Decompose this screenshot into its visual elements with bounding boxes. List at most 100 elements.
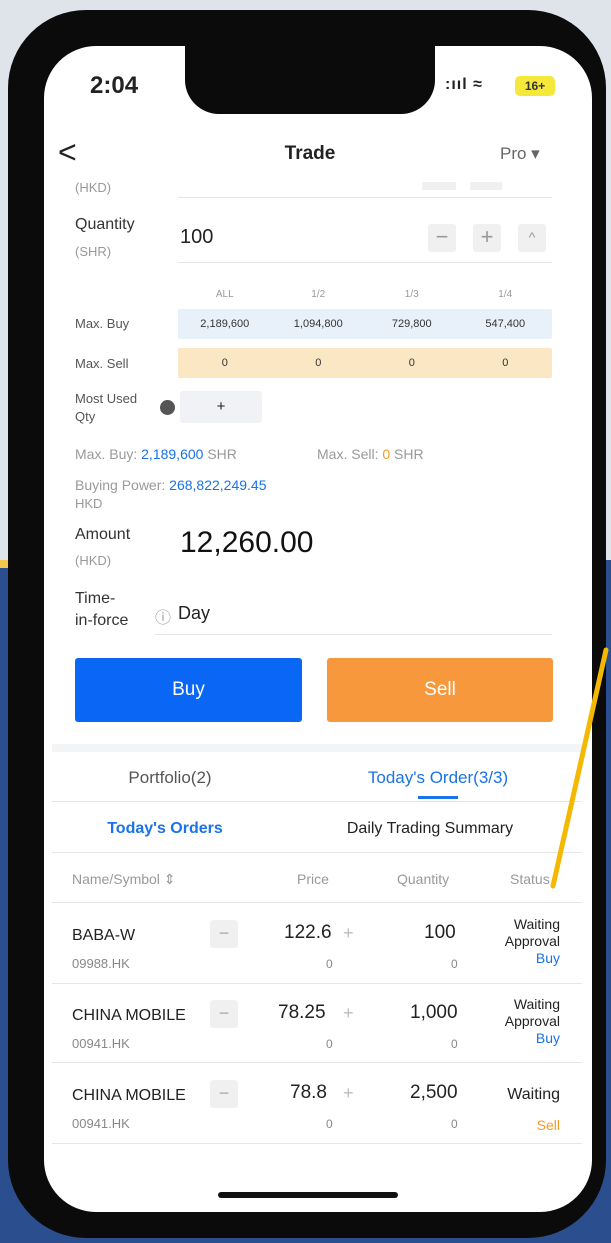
amount-label: Amount (75, 526, 131, 543)
most-used-label: Most Used (75, 391, 138, 406)
max-buy-label: Max. Buy (75, 316, 130, 331)
max-sell-summary: Max. Sell: 0 SHR (317, 446, 424, 462)
order-status-line1: Waiting (513, 996, 560, 1012)
buy-button[interactable]: Buy (75, 658, 302, 722)
col-name-symbol[interactable]: Name/Symbol ⇕ (72, 871, 176, 888)
divider (52, 983, 582, 984)
home-indicator[interactable] (218, 1192, 398, 1198)
order-price-plus-button[interactable]: + (343, 1083, 354, 1104)
order-status-line2: Approval (504, 1013, 560, 1029)
fraction-header: ALL (215, 288, 234, 300)
order-price-plus-button[interactable]: + (343, 923, 354, 944)
divider (155, 634, 552, 635)
buying-power: Buying Power: 268,822,249.45 (75, 477, 267, 493)
page-title: Trade (284, 143, 336, 164)
subtab-todays-orders[interactable]: Today's Orders (85, 820, 245, 838)
divider (52, 1062, 582, 1063)
add-most-used-button[interactable]: + (180, 391, 262, 423)
order-side: Buy (535, 1030, 560, 1046)
max-sell-quarter[interactable]: 0 (459, 357, 553, 369)
max-buy-all[interactable]: 2,189,600 (178, 318, 272, 330)
order-price-minus-button[interactable]: − (210, 1000, 238, 1028)
divider (178, 197, 552, 198)
subtab-daily-summary[interactable]: Daily Trading Summary (320, 820, 540, 838)
max-buy-third[interactable]: 729,800 (365, 318, 459, 330)
quantity-label: Quantity (75, 216, 135, 233)
order-status: Waiting Approval Buy (478, 996, 560, 1047)
fraction-header: 1/2 (311, 288, 326, 300)
order-price[interactable]: 78.25 (278, 1002, 326, 1024)
sell-button[interactable]: Sell (327, 658, 553, 722)
pro-dropdown[interactable]: Pro ▾ (500, 144, 540, 164)
quantity-unit: (SHR) (75, 244, 112, 259)
order-status: Waiting Sell (478, 1085, 560, 1135)
signal-wifi-icon: :ııl ≈ (445, 76, 483, 93)
order-symbol: 00941.HK (72, 1116, 130, 1131)
divider (178, 262, 552, 263)
quantity-input[interactable]: 100 (180, 226, 213, 249)
order-side: Sell (536, 1117, 560, 1133)
max-sell-label: Max. Sell (75, 356, 129, 371)
time-in-force-select[interactable]: Day (178, 603, 210, 624)
order-price[interactable]: 122.6 (284, 922, 332, 944)
order-symbol: 09988.HK (72, 956, 130, 971)
order-quantity: 2,500 (410, 1082, 458, 1103)
battery-icon: 16+ (515, 76, 555, 96)
order-price-filled: 0 (326, 1117, 333, 1131)
divider (52, 852, 582, 853)
max-sell-all[interactable]: 0 (178, 357, 272, 369)
order-price-minus-button[interactable]: − (210, 1080, 238, 1108)
order-quantity-filled: 0 (451, 1117, 458, 1131)
order-price-minus-button[interactable]: − (210, 920, 238, 948)
max-sell-summary-prefix: Max. Sell: (317, 446, 383, 462)
amount-value: 12,260.00 (180, 526, 314, 559)
price-plus-button[interactable] (470, 182, 502, 190)
max-buy-summary: Max. Buy: 2,189,600 SHR (75, 446, 237, 462)
order-name: CHINA MOBILE (72, 1007, 186, 1024)
divider (52, 801, 582, 802)
col-status: Status (510, 871, 550, 887)
divider (52, 902, 582, 903)
settings-icon[interactable] (160, 400, 175, 415)
quantity-expand-button[interactable]: ^ (518, 224, 546, 252)
order-price[interactable]: 78.8 (290, 1082, 327, 1104)
back-button[interactable]: < (58, 134, 77, 170)
order-name: BABA-W (72, 927, 136, 944)
price-unit-label: (HKD) (75, 180, 112, 195)
max-buy-summary-unit: SHR (203, 446, 237, 462)
price-minus-button[interactable] (422, 182, 456, 190)
max-buy-row: 2,189,600 1,094,800 729,800 547,400 (178, 309, 552, 339)
fraction-header-row: ALL 1/2 1/3 1/4 (178, 284, 552, 304)
quantity-plus-button[interactable]: + (473, 224, 501, 252)
tab-active-indicator (418, 796, 458, 799)
buying-power-prefix: Buying Power: (75, 477, 170, 493)
order-status-line2: Approval (504, 933, 560, 949)
max-buy-quarter[interactable]: 547,400 (459, 318, 553, 330)
most-used-label-line2: Qty (75, 409, 96, 424)
buying-power-unit: HKD (75, 496, 103, 511)
tab-portfolio[interactable]: Portfolio(2) (90, 768, 250, 788)
info-icon[interactable]: ⓘ (155, 604, 171, 628)
order-quantity: 1,000 (410, 1002, 458, 1023)
order-side: Buy (535, 950, 560, 966)
phone-notch (185, 46, 435, 114)
quantity-minus-button[interactable]: − (428, 224, 456, 252)
order-status: Waiting Approval Buy (478, 916, 560, 967)
order-price-filled: 0 (326, 957, 333, 971)
order-name: CHINA MOBILE (72, 1087, 186, 1104)
status-time: 2:04 (90, 72, 139, 99)
order-status-line1: Waiting (507, 1086, 560, 1103)
col-quantity: Quantity (397, 871, 450, 887)
max-buy-summary-value: 2,189,600 (141, 446, 204, 462)
order-status-line1: Waiting (513, 916, 560, 932)
max-sell-half[interactable]: 0 (272, 357, 366, 369)
order-quantity-filled: 0 (451, 1037, 458, 1051)
order-quantity: 100 (424, 922, 456, 943)
max-buy-half[interactable]: 1,094,800 (272, 318, 366, 330)
order-symbol: 00941.HK (72, 1036, 130, 1051)
divider (52, 1143, 582, 1144)
tab-todays-order[interactable]: Today's Order(3/3) (340, 768, 536, 788)
time-in-force-label: Time- (75, 590, 116, 607)
order-price-plus-button[interactable]: + (343, 1003, 354, 1024)
max-sell-third[interactable]: 0 (365, 357, 459, 369)
